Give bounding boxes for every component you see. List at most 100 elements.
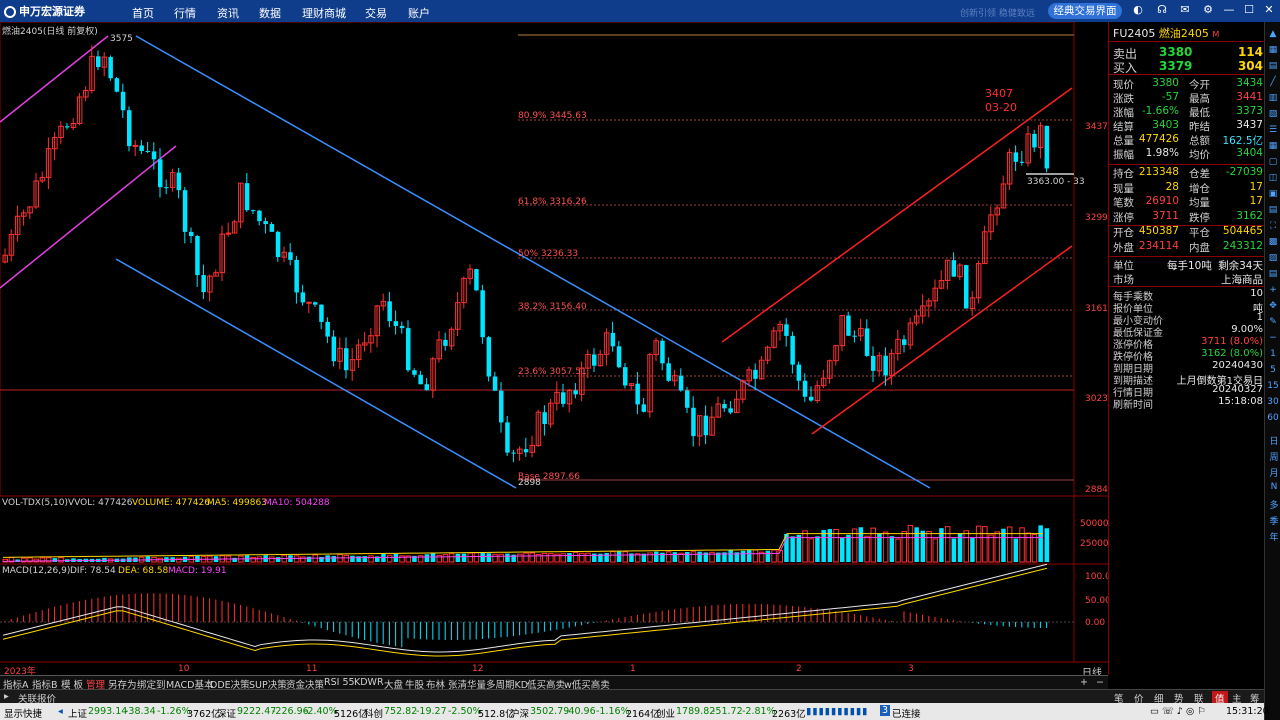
price-axis-3023: 3023 xyxy=(1085,394,1108,404)
cy-change: -51.72 xyxy=(712,706,743,717)
menu-icon[interactable]: ▸ xyxy=(4,691,9,702)
chart-icon[interactable]: ▤ xyxy=(1267,60,1279,72)
quote-label: 总额 xyxy=(1189,135,1210,147)
close-icon[interactable]: ✕ xyxy=(1262,3,1276,17)
maximize-icon[interactable]: ☐ xyxy=(1242,3,1256,17)
buy-row[interactable]: 买入 3379 304 xyxy=(1113,59,1263,75)
kline-candle xyxy=(151,151,157,160)
volume-bar xyxy=(951,538,957,562)
settings-icon[interactable]: ⚙ xyxy=(1201,3,1215,17)
hs-amount: 2164亿 xyxy=(626,709,660,720)
draw-icon[interactable]: ✎ xyxy=(1267,316,1279,328)
headset-icon[interactable]: ☊ xyxy=(1155,3,1169,17)
period-30-icon[interactable]: 30 xyxy=(1267,396,1279,408)
kline-candle xyxy=(1013,152,1019,162)
quote-tag: M xyxy=(1212,30,1220,39)
grid-icon[interactable]: ▦ xyxy=(1267,44,1279,56)
period-5-icon[interactable]: 5 xyxy=(1267,364,1279,376)
line-tool-icon[interactable]: ╱ xyxy=(1267,76,1279,88)
zoom-in-icon[interactable]: + xyxy=(1267,284,1279,296)
volume-bar xyxy=(747,550,752,562)
remove-icon[interactable]: − xyxy=(1096,677,1104,688)
fullscreen-icon[interactable]: ⛶ xyxy=(1267,220,1279,232)
connection-status[interactable]: 已连接 xyxy=(892,706,921,720)
split-icon[interactable]: ◫ xyxy=(1267,172,1279,184)
list-icon[interactable]: ☰ xyxy=(1267,124,1279,136)
hs-change: -40.96 xyxy=(565,706,596,717)
contract-detail-row: 刷新时间 15:18:08 xyxy=(1113,396,1263,411)
window-icon[interactable]: ▢ xyxy=(1267,156,1279,168)
minimize-icon[interactable]: — xyxy=(1222,3,1236,17)
period-15-icon[interactable]: 15 xyxy=(1267,380,1279,392)
compare-icon[interactable]: ▤ xyxy=(1267,204,1279,216)
period-year[interactable]: 年 xyxy=(1268,530,1280,543)
kline-candle xyxy=(561,392,566,404)
buy-volume: 304 xyxy=(1237,59,1263,73)
cy-index: 1789.82 xyxy=(676,706,716,717)
chart-area[interactable]: 燃油2405(日线 前复权) 3575 2898 3407 03-20 3363… xyxy=(0,22,1111,679)
kc-percent: -2.50% xyxy=(448,706,482,717)
quote-value: 234114 xyxy=(1138,239,1179,252)
sector-icon[interactable]: ▤ xyxy=(1267,268,1279,280)
kline-candle xyxy=(424,384,430,391)
detail-value: 15:18:08 xyxy=(1218,396,1263,407)
kline-candle xyxy=(132,144,139,147)
period-week[interactable]: 周 xyxy=(1268,450,1280,463)
add-icon[interactable]: + xyxy=(1080,677,1088,688)
kline-candle xyxy=(951,260,957,277)
arrow-up-icon[interactable]: ▲ xyxy=(1267,28,1279,40)
period-60-icon[interactable]: 60 xyxy=(1267,412,1279,424)
nav-home[interactable]: 首页 xyxy=(132,5,154,21)
hs-index: 3502.79 xyxy=(530,706,570,717)
quote-row: 持仓 213348 仓差 -27039 xyxy=(1113,166,1263,180)
period-multi[interactable]: 多 xyxy=(1268,498,1280,511)
annotation-price: 3407 xyxy=(985,87,1013,100)
index-icon[interactable]: ▨ xyxy=(1267,252,1279,264)
kline-candle xyxy=(269,224,275,232)
kline-candle xyxy=(902,339,907,345)
move-icon[interactable]: ✥ xyxy=(1267,300,1279,312)
period-1-icon[interactable]: 1 xyxy=(1267,348,1279,360)
sell-row[interactable]: 卖出 3380 114 xyxy=(1113,45,1263,61)
nav-wealth-mall[interactable]: 理财商城 xyxy=(302,5,346,21)
quote-value: 3404 xyxy=(1236,147,1263,159)
nav-market[interactable]: 行情 xyxy=(174,5,196,21)
volume-bar xyxy=(256,556,263,563)
kline-candle xyxy=(964,265,969,309)
period-n[interactable]: N xyxy=(1268,482,1280,492)
kline-candle xyxy=(592,354,597,366)
skin-icon[interactable]: ◐ xyxy=(1131,3,1145,17)
macd-value: MACD: 19.91 xyxy=(168,566,227,576)
tab-kdwr[interactable]: KDWR xyxy=(354,677,384,688)
period-quarter[interactable]: 季 xyxy=(1268,514,1280,527)
quote-row: 笔数 26910 均量 17 xyxy=(1113,195,1263,209)
nav-news[interactable]: 资讯 xyxy=(217,5,239,21)
tab-rsi[interactable]: RSI 55 xyxy=(324,677,355,688)
sell-volume: 114 xyxy=(1237,45,1263,59)
nav-trade[interactable]: 交易 xyxy=(365,5,387,21)
nav-data[interactable]: 数据 xyxy=(259,5,281,21)
volume-bar xyxy=(815,536,820,562)
zoom-out-icon[interactable]: − xyxy=(1267,332,1279,344)
table-icon[interactable]: ▦ xyxy=(1267,140,1279,152)
layout-icon[interactable]: ▣ xyxy=(1267,188,1279,200)
tray-icons[interactable]: ▭ ☏ ♪ ◎ ⚐ xyxy=(1150,706,1206,717)
quote-row: 振幅 1.98% 均价 3404 xyxy=(1113,147,1263,161)
bar-tool-icon[interactable]: ▥ xyxy=(1267,92,1279,104)
nav-account[interactable]: 账户 xyxy=(408,5,430,21)
candle-icon[interactable]: ▧ xyxy=(1267,108,1279,120)
divider xyxy=(1109,41,1265,42)
period-month[interactable]: 月 xyxy=(1268,466,1280,479)
quick-display[interactable]: 显示快捷 xyxy=(4,706,42,720)
kline-candle xyxy=(176,172,182,191)
hs-label: 沪深 xyxy=(510,709,530,720)
mail-icon[interactable]: ✉ xyxy=(1178,3,1192,17)
indicator-icon[interactable]: ▩ xyxy=(1267,236,1279,248)
quote-label: 均价 xyxy=(1189,149,1210,161)
classic-trade-button[interactable]: 经典交易界面 xyxy=(1048,3,1122,19)
connection-count: 3 xyxy=(880,705,891,716)
period-day[interactable]: 日 xyxy=(1268,434,1280,447)
volume-bar xyxy=(461,553,467,562)
volume-bar xyxy=(926,530,932,563)
kline-candle xyxy=(635,383,640,405)
